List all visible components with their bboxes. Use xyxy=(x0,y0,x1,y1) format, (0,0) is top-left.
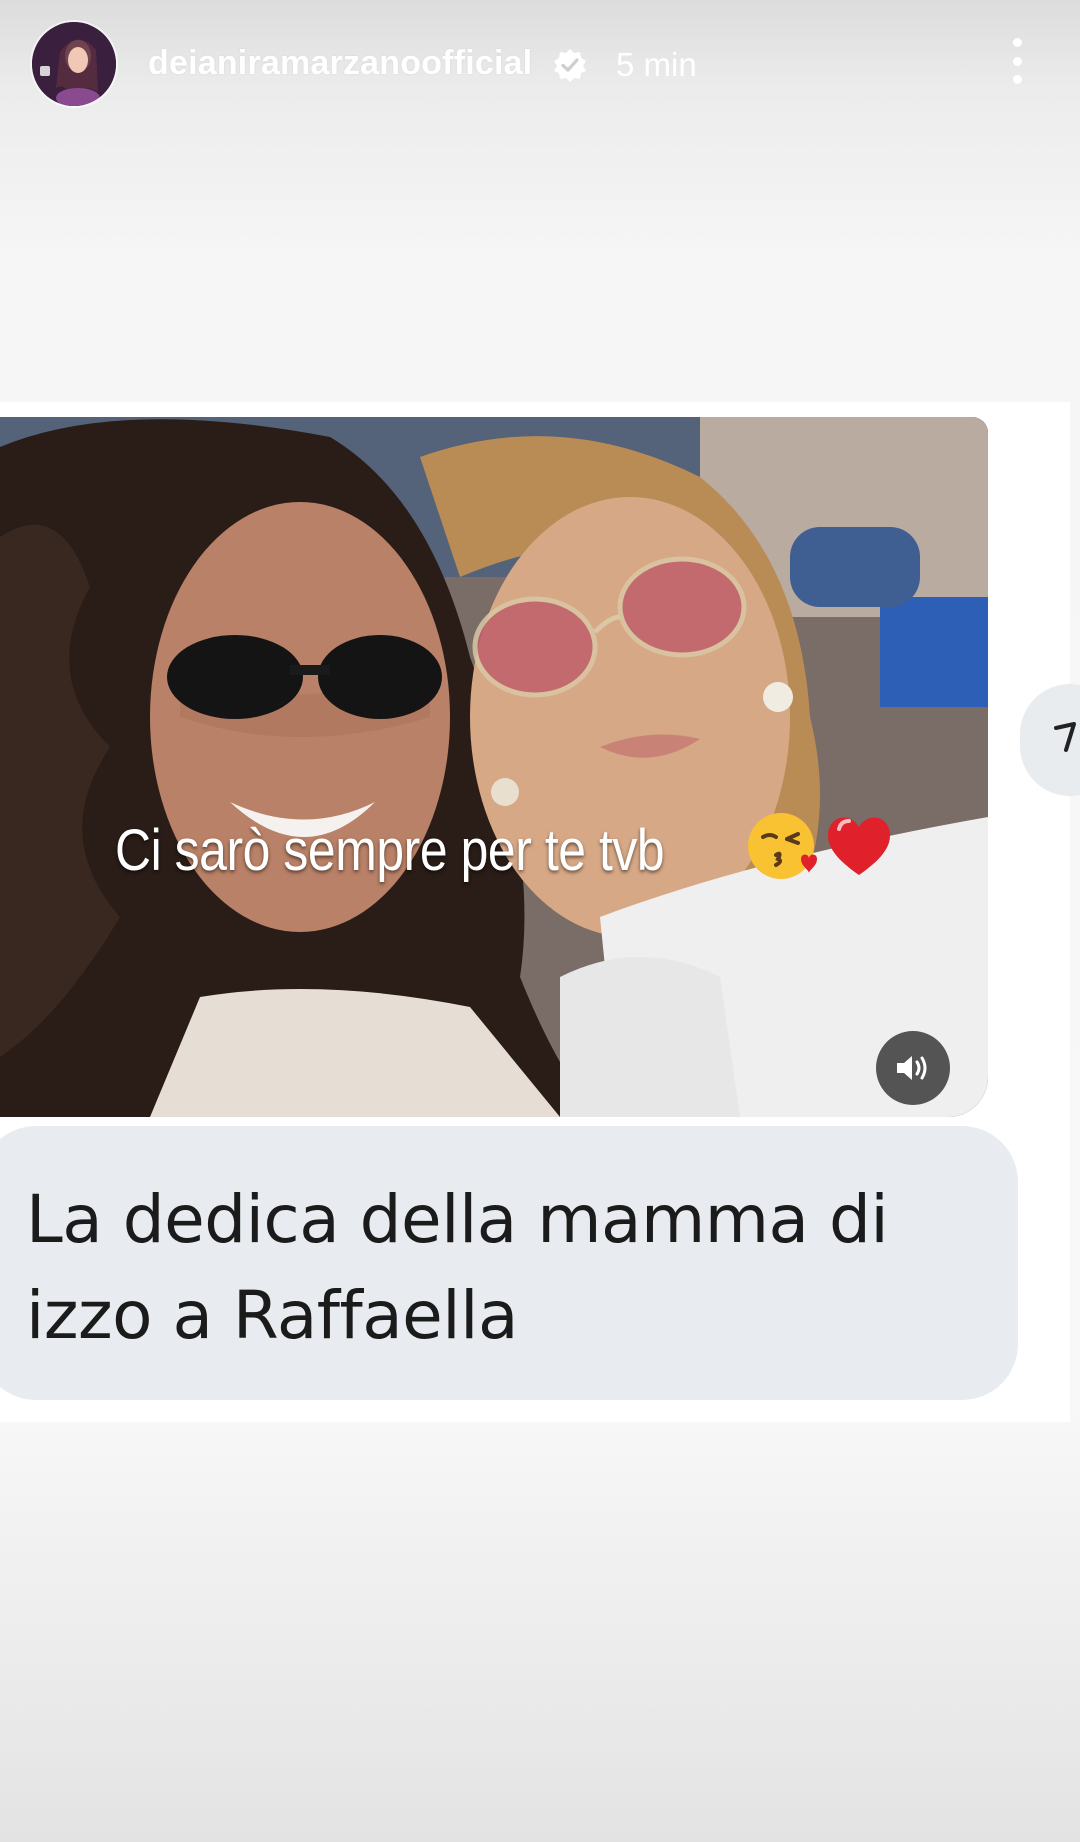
share-arrow-icon xyxy=(1054,722,1076,752)
post-caption: La dedica della mamma di izzo a Raffaell… xyxy=(26,1181,889,1354)
more-vertical-icon[interactable] xyxy=(1002,38,1032,84)
avatar-image xyxy=(32,22,116,106)
username[interactable]: deianiramarzanoofficial xyxy=(148,44,532,83)
story-viewer[interactable]: deianiramarzanoofficial 5 min Ci sarò se… xyxy=(0,0,1080,1842)
reel-video[interactable]: Ci sarò sempre per te tvb xyxy=(0,417,988,1117)
story-header: deianiramarzanoofficial 5 min xyxy=(0,0,1080,130)
shared-screenshot: Ci sarò sempre per te tvb La dedica dell… xyxy=(0,402,1080,1422)
reel-overlay-caption: Ci sarò sempre per te tvb xyxy=(115,818,665,883)
overlay-emojis xyxy=(745,809,895,883)
selfie-photo xyxy=(0,417,988,1117)
speaker-icon xyxy=(897,1056,927,1080)
speaker-sound-icon[interactable] xyxy=(876,1031,950,1105)
kiss-emoji-icon xyxy=(748,813,817,879)
verified-badge-icon xyxy=(554,49,586,82)
post-timestamp: 5 min xyxy=(616,46,697,83)
red-heart-emoji-icon xyxy=(828,817,890,875)
profile-avatar[interactable] xyxy=(32,22,116,106)
